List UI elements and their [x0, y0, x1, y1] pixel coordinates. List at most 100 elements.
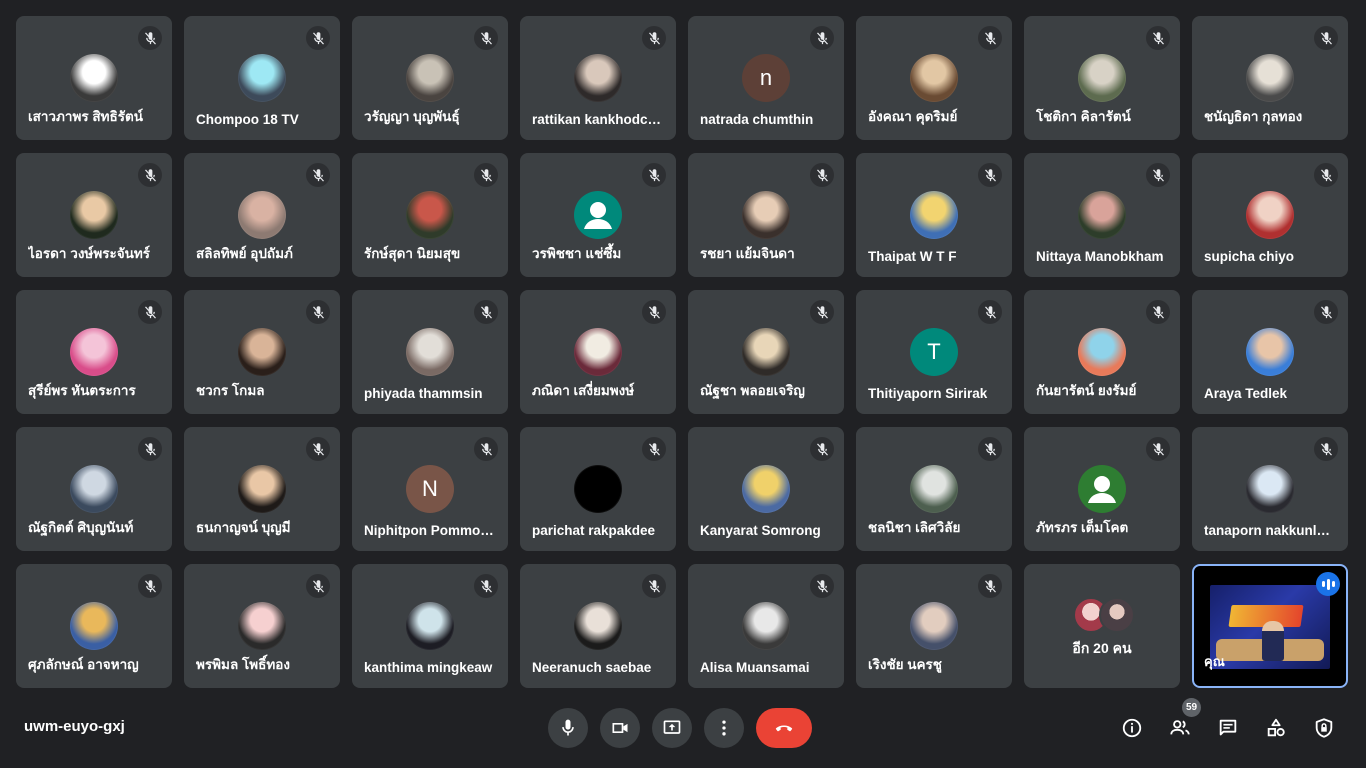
participant-tile[interactable]: ภณิดา เสงี่ยมพงษ์	[520, 290, 676, 414]
avatar	[1078, 54, 1126, 102]
participant-tile[interactable]: ภัทรภร เต็มโคต	[1024, 427, 1180, 551]
mic-off-icon	[306, 300, 330, 324]
avatar	[742, 602, 790, 650]
participant-name: กันยารัตน์ ยงรัมย์	[1036, 383, 1137, 398]
mic-off-icon	[642, 300, 666, 324]
participant-name: โชติกา คิลารัตน์	[1036, 109, 1131, 124]
participant-tile[interactable]: Neeranuch saebae	[520, 564, 676, 688]
info-icon	[1122, 718, 1142, 738]
participant-tile[interactable]: n natrada chumthin	[688, 16, 844, 140]
participant-name: ภัทรภร เต็มโคต	[1036, 520, 1129, 535]
activities-button[interactable]	[1256, 708, 1296, 748]
camera-button[interactable]	[600, 708, 640, 748]
present-button[interactable]	[652, 708, 692, 748]
host-controls-button[interactable]	[1304, 708, 1344, 748]
participant-name: Araya Tedlek	[1204, 386, 1288, 401]
participant-tile[interactable]: เสาวภาพร สิทธิรัตน์	[16, 16, 172, 140]
self-tile[interactable]: คุณ	[1192, 564, 1348, 688]
participant-tile[interactable]: Nittaya Manobkham	[1024, 153, 1180, 277]
microphone-button[interactable]	[548, 708, 588, 748]
more-avatar	[1099, 597, 1135, 633]
participant-tile[interactable]: สุรีย์พร หันตระการ	[16, 290, 172, 414]
mic-off-icon	[474, 437, 498, 461]
participant-name: Nittaya Manobkham	[1036, 249, 1164, 264]
more-participants-tile[interactable]: อีก 20 คน	[1024, 564, 1180, 688]
participant-tile[interactable]: ชนัญธิดา กุลทอง	[1192, 16, 1348, 140]
mic-off-icon	[978, 163, 1002, 187]
participant-name: Chompoo 18 TV	[196, 112, 299, 127]
mic-off-icon	[810, 300, 834, 324]
participant-name: parichat rakpakdee	[532, 523, 656, 538]
participant-name: รักษ์สุดา นิยมสุข	[364, 246, 461, 261]
meeting-code: uwm-euyo-gxj	[24, 718, 125, 735]
participant-tile[interactable]: เริงชัย นครชู	[856, 564, 1012, 688]
avatar	[1246, 191, 1294, 239]
participant-name: สลิลทิพย์ อุปถัมภ์	[196, 246, 293, 261]
participant-tile[interactable]: ณัฐชา พลอยเจริญ	[688, 290, 844, 414]
self-label: คุณ	[1204, 654, 1225, 669]
participant-tile[interactable]: Kanyarat Somrong	[688, 427, 844, 551]
mic-off-icon	[474, 26, 498, 50]
mic-off-icon	[1146, 26, 1170, 50]
chat-button[interactable]	[1208, 708, 1248, 748]
mic-off-icon	[474, 163, 498, 187]
people-count-badge: 59	[1182, 698, 1201, 717]
participant-name: Thaipat W T F	[868, 249, 957, 264]
end-call-button[interactable]	[756, 708, 812, 748]
mic-off-icon	[1146, 300, 1170, 324]
participant-tile[interactable]: วรพิชชา แช่ซึ้ม	[520, 153, 676, 277]
speaking-indicator-icon	[1316, 572, 1340, 596]
avatar	[574, 54, 622, 102]
participant-tile[interactable]: T Thitiyaporn Sirirak	[856, 290, 1012, 414]
participant-tile[interactable]: รักษ์สุดา นิยมสุข	[352, 153, 508, 277]
participant-tile[interactable]: tanaporn nakkunlong	[1192, 427, 1348, 551]
mic-off-icon	[642, 26, 666, 50]
participant-tile[interactable]: กันยารัตน์ ยงรัมย์	[1024, 290, 1180, 414]
avatar	[70, 54, 118, 102]
avatar	[406, 602, 454, 650]
participant-tile[interactable]: ธนกาญจน์ บุญมี	[184, 427, 340, 551]
host-controls-icon	[1315, 718, 1333, 738]
participant-name: ชวกร โกมล	[196, 383, 265, 398]
participant-name: ชนัญธิดา กุลทอง	[1204, 109, 1303, 124]
participant-tile[interactable]: parichat rakpakdee	[520, 427, 676, 551]
meeting-details-button[interactable]	[1112, 708, 1152, 748]
participant-tile[interactable]: kanthima mingkeaw	[352, 564, 508, 688]
participant-tile[interactable]: Alisa Muansamai	[688, 564, 844, 688]
avatar	[910, 465, 958, 513]
participant-tile[interactable]: ณัฐกิตต์ ศิบุญนันท์	[16, 427, 172, 551]
participant-tile[interactable]: โชติกา คิลารัตน์	[1024, 16, 1180, 140]
participant-tile[interactable]: N Niphitpon Pommongkol	[352, 427, 508, 551]
participant-tile[interactable]: Araya Tedlek	[1192, 290, 1348, 414]
mic-off-icon	[1314, 300, 1338, 324]
participant-tile[interactable]: อังคณา คุดริมย์	[856, 16, 1012, 140]
participant-tile[interactable]: วรัญญา บุญพันธุ์	[352, 16, 508, 140]
participant-tile[interactable]: phiyada thammsin	[352, 290, 508, 414]
participant-name: ภณิดา เสงี่ยมพงษ์	[532, 383, 635, 398]
participant-tile[interactable]: Thaipat W T F	[856, 153, 1012, 277]
participant-tile[interactable]: ศุภลักษณ์ อาจหาญ	[16, 564, 172, 688]
mic-off-icon	[306, 163, 330, 187]
participant-tile[interactable]: รชยา แย้มจินดา	[688, 153, 844, 277]
avatar	[910, 54, 958, 102]
mic-off-icon	[642, 437, 666, 461]
participant-tile[interactable]: rattikan kankhodchai	[520, 16, 676, 140]
mic-off-icon	[138, 300, 162, 324]
participant-tile[interactable]: supicha chiyo	[1192, 153, 1348, 277]
avatar	[574, 465, 622, 513]
participant-tile[interactable]: Chompoo 18 TV	[184, 16, 340, 140]
mic-off-icon	[810, 437, 834, 461]
participant-name: Kanyarat Somrong	[700, 523, 821, 538]
participant-name: ณัฐชา พลอยเจริญ	[700, 383, 805, 398]
avatar	[238, 465, 286, 513]
participant-name: อังคณา คุดริมย์	[868, 109, 958, 124]
participant-tile[interactable]: ไอรดา วงษ์พระจันทร์	[16, 153, 172, 277]
participant-tile[interactable]: พรพิมล โพธิ์ทอง	[184, 564, 340, 688]
participant-tile[interactable]: ชวกร โกมล	[184, 290, 340, 414]
participant-tile[interactable]: ชลนิชา เลิศวิลัย	[856, 427, 1012, 551]
mic-off-icon	[978, 26, 1002, 50]
avatar	[70, 328, 118, 376]
mic-off-icon	[810, 163, 834, 187]
participant-tile[interactable]: สลิลทิพย์ อุปถัมภ์	[184, 153, 340, 277]
more-options-button[interactable]	[704, 708, 744, 748]
